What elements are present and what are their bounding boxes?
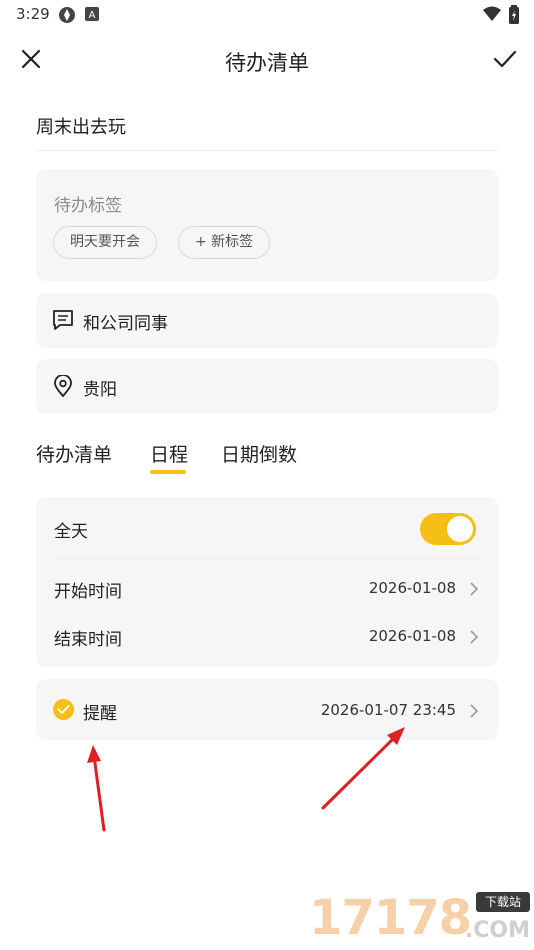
check-icon (57, 705, 70, 714)
new-tag-button[interactable]: + 新标签 (178, 226, 271, 259)
tab-countdown[interactable]: 日期倒数 (221, 440, 297, 467)
reminder-card[interactable]: 提醒 2026-01-07 23:45 (36, 679, 498, 740)
toggle-knob (447, 516, 473, 542)
app-notification-icon (59, 7, 75, 23)
status-time: 3:29 (16, 5, 50, 23)
tags-card: 待办标签 明天要开会 + 新标签 (36, 169, 498, 281)
start-time-row[interactable]: 开始时间 2026-01-08 (54, 577, 480, 603)
end-time-row[interactable]: 结束时间 2026-01-08 (54, 625, 480, 651)
tab-todo-list[interactable]: 待办清单 (36, 440, 112, 467)
start-time-value: 2026-01-08 (368, 579, 456, 597)
note-icon (53, 310, 73, 330)
note-text: 和公司同事 (83, 314, 168, 334)
keyboard-notification-icon: A (85, 7, 99, 21)
reminder-value: 2026-01-07 23:45 (320, 701, 456, 719)
active-tab-indicator (150, 470, 186, 474)
confirm-check-icon[interactable] (492, 46, 518, 72)
tags-label: 待办标签 (54, 196, 122, 216)
todo-title-input[interactable]: 周末出去玩 (36, 113, 126, 139)
watermark-badge: 下载站 (476, 892, 530, 912)
wifi-icon (483, 6, 501, 21)
all-day-label: 全天 (54, 522, 88, 542)
reminder-label: 提醒 (83, 704, 117, 724)
tag-chip-meeting[interactable]: 明天要开会 (53, 226, 157, 259)
tab-schedule[interactable]: 日程 (150, 440, 188, 467)
location-card[interactable]: 贵阳 (36, 359, 498, 414)
chevron-right-icon (470, 704, 479, 718)
battery-icon (509, 5, 519, 24)
chevron-right-icon (470, 630, 479, 644)
schedule-divider (54, 558, 480, 559)
end-time-label: 结束时间 (54, 630, 122, 650)
reminder-checkbox[interactable] (53, 699, 74, 720)
start-time-label: 开始时间 (54, 582, 122, 602)
end-time-value: 2026-01-08 (368, 627, 456, 645)
all-day-row: 全天 (54, 517, 480, 547)
top-app-bar: 待办清单 (0, 38, 534, 82)
title-divider (36, 150, 498, 151)
watermark-suffix: .COM (464, 918, 530, 943)
location-text: 贵阳 (83, 380, 117, 400)
chevron-right-icon (470, 582, 479, 596)
schedule-card: 全天 开始时间 2026-01-08 结束时间 2026-01-08 (36, 497, 498, 667)
status-bar: 3:29 A (0, 0, 534, 30)
watermark-number: 17178 (309, 890, 472, 946)
page-title: 待办清单 (225, 51, 309, 75)
note-card[interactable]: 和公司同事 (36, 293, 498, 348)
all-day-toggle[interactable] (420, 513, 476, 545)
annotation-arrows (87, 727, 405, 832)
site-watermark: 17178 下载站 .COM (305, 884, 534, 950)
svg-text:A: A (89, 10, 96, 21)
location-pin-icon (54, 375, 72, 397)
reminder-row: 提醒 2026-01-07 23:45 (83, 699, 480, 725)
annotation-arrow-left (87, 745, 106, 832)
